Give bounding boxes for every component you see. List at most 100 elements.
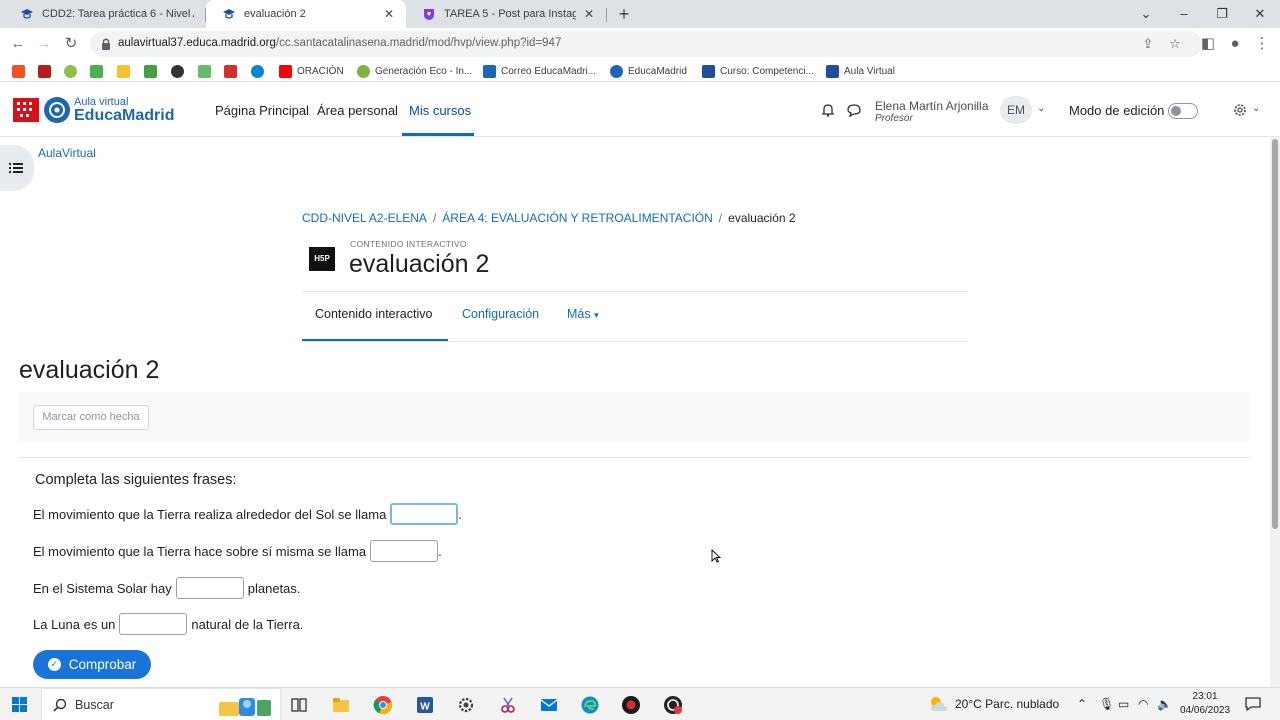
close-tab-icon[interactable]: ✕	[582, 7, 596, 21]
file-explorer-icon[interactable]	[331, 695, 351, 715]
logo-title[interactable]: EducaMadrid	[74, 107, 174, 125]
screen-recorder-icon[interactable]	[621, 695, 641, 715]
blank-input-1[interactable]	[390, 503, 459, 525]
nav-area-personal[interactable]: Área personal	[317, 103, 398, 118]
speaker-icon[interactable]: 🔈	[1157, 697, 1172, 711]
question-2: El movimiento que la Tierra hace sobre s…	[33, 540, 442, 562]
new-tab-icon[interactable]: +	[614, 4, 634, 24]
course-index-toggle[interactable]	[0, 145, 34, 191]
bookmark-correo[interactable]: Correo EducaMadri...	[483, 63, 596, 79]
nav-active-indicator	[402, 133, 474, 136]
bookmark-app-2[interactable]	[38, 63, 56, 79]
module-type-label: CONTENIDO INTERACTIVO	[350, 239, 467, 249]
bookmark-windows[interactable]	[12, 63, 30, 79]
obs-recorder-icon[interactable]	[663, 695, 683, 715]
address-bar[interactable]: aulavirtual37.educa.madrid.org/cc.santac…	[90, 31, 1202, 57]
chevron-up-icon[interactable]: ⌃	[1077, 697, 1087, 711]
taskbar-search[interactable]: Buscar	[41, 688, 281, 720]
question-4-end: natural de la Tierra.	[191, 616, 304, 632]
bookmark-app-5[interactable]	[117, 63, 135, 79]
svg-text:W: W	[420, 702, 430, 713]
back-icon[interactable]: ←	[8, 34, 28, 54]
h5p-logo: H5P	[309, 247, 335, 271]
edge-icon[interactable]	[580, 695, 600, 715]
comunidad-madrid-logo[interactable]	[13, 98, 39, 122]
nav-pagina-principal[interactable]: Página Principal	[215, 103, 309, 118]
settings-gear-icon[interactable]	[456, 695, 476, 715]
avatar[interactable]: EM	[1000, 96, 1032, 124]
bookmark-educamadrid[interactable]: EducaMadrid	[610, 63, 687, 79]
side-panel-icon[interactable]: ◧	[1198, 34, 1218, 54]
user-name[interactable]: Elena Martín Arjonilla	[875, 99, 988, 113]
browser-menu-icon[interactable]: ⋮	[1252, 34, 1272, 54]
edit-mode-toggle[interactable]	[1168, 103, 1198, 119]
task-view-icon[interactable]	[289, 695, 309, 715]
tab-contenido-interactivo[interactable]: Contenido interactivo	[315, 307, 432, 321]
profile-icon[interactable]: ●	[1225, 34, 1245, 54]
breadcrumb-course[interactable]: CDD-NIVEL A2-ELENA	[302, 211, 427, 225]
tab-mas[interactable]: Más ▾	[567, 307, 599, 321]
moodle-cap-icon	[826, 64, 839, 78]
mark-done-button[interactable]: Marcar como hecha	[33, 405, 149, 430]
snipping-tool-icon[interactable]	[498, 695, 518, 715]
chevron-down-icon[interactable]: ⌄	[1037, 103, 1045, 114]
minimize-icon[interactable]: –	[1166, 0, 1202, 28]
bookmark-app-7[interactable]	[171, 63, 189, 79]
chevron-down-icon[interactable]: ⌄	[1252, 103, 1260, 114]
educamadrid-logo-icon[interactable]	[44, 97, 70, 123]
blank-input-4[interactable]	[119, 613, 188, 635]
share-icon[interactable]: ⇪	[1140, 36, 1156, 52]
tab-tarea-practica[interactable]: CDD2: Tarea práctica 6 - Nivel A2	[4, 0, 204, 28]
close-window-icon[interactable]: ✕	[1242, 0, 1278, 28]
clock-time: 23:01	[1192, 691, 1218, 702]
tab-list-icon[interactable]: ⌄	[1128, 0, 1164, 28]
tab-evaluacion-2[interactable]: evaluación 2 ✕	[206, 0, 406, 28]
wifi-icon[interactable]: ◠	[1138, 697, 1148, 711]
windows-start-icon[interactable]	[12, 697, 27, 712]
mail-icon[interactable]	[539, 695, 559, 715]
aulavirtual-link[interactable]: AulaVirtual	[38, 146, 96, 160]
maximize-icon[interactable]: ❐	[1204, 0, 1240, 28]
gear-icon[interactable]	[1232, 102, 1248, 118]
breadcrumb-section[interactable]: ÁREA 4: EVALUACIÓN Y RETROALIMENTACIÓN	[442, 211, 713, 225]
scrollbar-thumb[interactable]	[1272, 139, 1278, 529]
close-tab-icon[interactable]: ✕	[382, 7, 396, 21]
bookmark-app-10[interactable]	[251, 63, 269, 79]
chat-bubble-icon[interactable]	[846, 102, 862, 118]
bookmark-app-4[interactable]	[90, 63, 108, 79]
bookmark-app-9[interactable]	[224, 63, 242, 79]
bookmark-aula-virtual[interactable]: Aula Virtual	[826, 63, 895, 79]
blank-input-2[interactable]	[370, 540, 439, 562]
url-host: aulavirtual37.educa.madrid.org	[118, 37, 276, 49]
bell-icon[interactable]	[820, 102, 836, 118]
bookmark-app-8[interactable]	[198, 63, 216, 79]
bookmark-app-3[interactable]	[64, 63, 82, 79]
bookmark-generacion-eco[interactable]: Generación Eco - In...	[357, 63, 472, 79]
bookmark-star-icon[interactable]: ☆	[1167, 36, 1183, 52]
check-button[interactable]: ✓ Comprobar	[33, 650, 151, 679]
bookmark-oracion[interactable]: ORACIÓN	[279, 63, 344, 79]
lightbulb-icon	[117, 64, 130, 78]
moodle-cap-icon	[21, 9, 33, 19]
forward-icon[interactable]: →	[34, 34, 54, 54]
question-4-text: La Luna es un	[33, 616, 116, 632]
taskbar: Buscar W 20°C Parc. nublado ⌃ 🎙 ▭ ◠ 🔈 23…	[0, 687, 1280, 720]
nav-mis-cursos[interactable]: Mis cursos	[409, 103, 471, 118]
bookmark-app-6[interactable]	[144, 63, 162, 79]
tab-tarea-5[interactable]: TAREA 5 - Post para Instagram ✕	[406, 0, 606, 28]
word-icon[interactable]: W	[415, 695, 435, 715]
bookmark-curso[interactable]: Curso: Competenci...	[702, 63, 814, 79]
weather-text[interactable]: 20°C Parc. nublado	[955, 697, 1059, 711]
notifications-icon[interactable]	[1244, 696, 1262, 712]
breadcrumb-current: evaluación 2	[728, 211, 796, 225]
reload-icon[interactable]: ↻	[61, 34, 81, 54]
blank-input-3[interactable]	[175, 577, 244, 599]
tab-configuracion[interactable]: Configuración	[462, 307, 539, 321]
mail-icon	[483, 64, 496, 78]
chrome-icon[interactable]	[373, 695, 393, 715]
clock[interactable]: 23:01 04/06/2023	[1180, 690, 1230, 718]
weather-partly-cloudy-icon[interactable]	[928, 695, 950, 713]
battery-icon[interactable]: ▭	[1118, 697, 1129, 711]
microphone-icon[interactable]: 🎙	[1099, 697, 1114, 711]
page-scrollbar[interactable]	[1270, 137, 1280, 687]
